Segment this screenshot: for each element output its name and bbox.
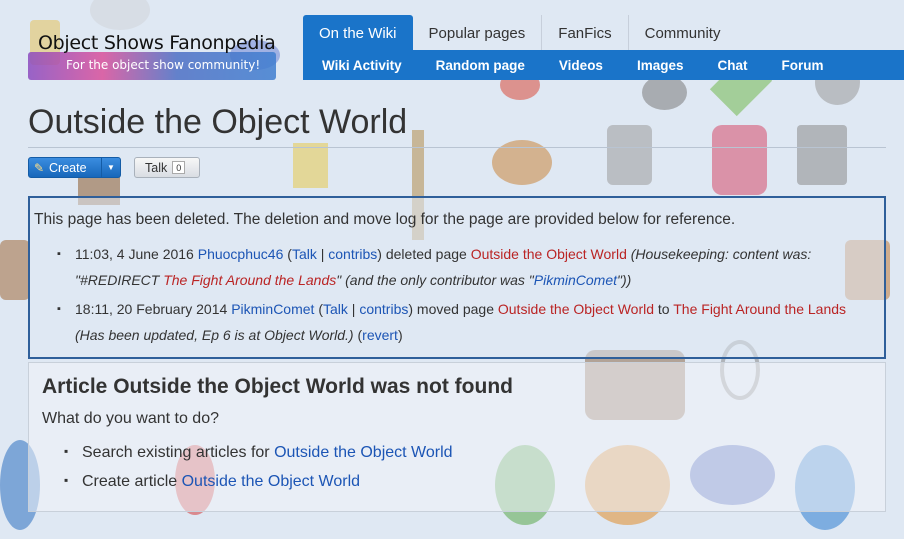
log-user-link[interactable]: PikminComet [231, 301, 314, 317]
wiki-nav-tabs: On the Wiki Popular pages FanFics Commun… [303, 15, 736, 50]
search-articles-link[interactable]: Outside the Object World [274, 444, 452, 461]
logo-title: Object Shows Fanonpedia [38, 32, 276, 54]
subnav-wiki-activity[interactable]: Wiki Activity [303, 58, 419, 73]
site-logo[interactable]: Object Shows Fanonpedia For the object s… [28, 28, 276, 80]
talk-label: Talk [145, 160, 168, 175]
log-target-link[interactable]: The Fight Around the Lands [673, 301, 846, 317]
log-reason-user-link[interactable]: PikminComet [534, 272, 617, 288]
subnav-forum[interactable]: Forum [764, 58, 840, 73]
talk-button[interactable]: Talk 0 [134, 157, 200, 178]
list-item: Create article Outside the Object World [64, 473, 360, 491]
create-label: Create [49, 160, 87, 175]
log-reason-end: ")) [617, 272, 632, 288]
article-not-found-box: Article Outside the Object World was not… [28, 362, 886, 512]
log-reason-link[interactable]: The Fight Around the Lands [163, 272, 336, 288]
tab-on-the-wiki[interactable]: On the Wiki [303, 15, 413, 50]
pencil-icon: ✎ [33, 160, 45, 175]
deletion-log-box: This page has been deleted. The deletion… [28, 196, 886, 359]
chevron-down-icon[interactable]: ▼ [101, 158, 120, 177]
log-entry: 11:03, 4 June 2016 Phuocphuc46 (Talk | c… [57, 241, 875, 293]
log-reason: (Has been updated, Ep 6 is at Object Wor… [75, 327, 354, 343]
subnav-chat[interactable]: Chat [700, 58, 764, 73]
log-talk-link[interactable]: Talk [292, 246, 317, 262]
deletion-intro: This page has been deleted. The deletion… [34, 211, 736, 228]
wiki-subnav: Wiki Activity Random page Videos Images … [303, 50, 904, 80]
log-entry: 18:11, 20 February 2014 PikminComet (Tal… [57, 296, 875, 348]
not-found-heading: Article Outside the Object World was not… [42, 375, 513, 398]
subnav-videos[interactable]: Videos [542, 58, 620, 73]
log-time: 11:03, 4 June 2016 [75, 246, 194, 262]
tab-community[interactable]: Community [629, 15, 737, 50]
log-contribs-link[interactable]: contribs [359, 301, 408, 317]
title-divider [28, 147, 886, 148]
not-found-question: What do you want to do? [42, 410, 219, 427]
subnav-random-page[interactable]: Random page [419, 58, 542, 73]
create-article-link[interactable]: Outside the Object World [182, 473, 360, 490]
option-prefix: Create article [82, 473, 182, 490]
tab-fanfics[interactable]: FanFics [542, 15, 629, 50]
option-prefix: Search existing articles for [82, 444, 275, 461]
tab-popular-pages[interactable]: Popular pages [413, 15, 543, 50]
log-user-link[interactable]: Phuocphuc46 [198, 246, 284, 262]
page-title: Outside the Object World [28, 103, 408, 141]
log-contribs-link[interactable]: contribs [328, 246, 377, 262]
log-page-link[interactable]: Outside the Object World [498, 301, 654, 317]
create-button[interactable]: ✎ Create ▼ [28, 157, 121, 178]
log-action: deleted page [385, 246, 467, 262]
log-talk-link[interactable]: Talk [323, 301, 348, 317]
log-reason-open: "#REDIRECT [75, 272, 164, 288]
log-time: 18:11, 20 February 2014 [75, 301, 228, 317]
log-reason-mid: " (and the only contributor was " [336, 272, 534, 288]
log-action: moved page [416, 301, 494, 317]
log-to: to [657, 301, 670, 317]
log-revert-link[interactable]: revert [362, 327, 398, 343]
log-page-link[interactable]: Outside the Object World [471, 246, 627, 262]
logo-tagline: For the object show community! [66, 58, 261, 72]
log-reason-prefix: (Housekeeping: content was: [630, 246, 812, 262]
list-item: Search existing articles for Outside the… [64, 444, 453, 462]
subnav-images[interactable]: Images [620, 58, 701, 73]
talk-count-badge: 0 [172, 161, 186, 174]
